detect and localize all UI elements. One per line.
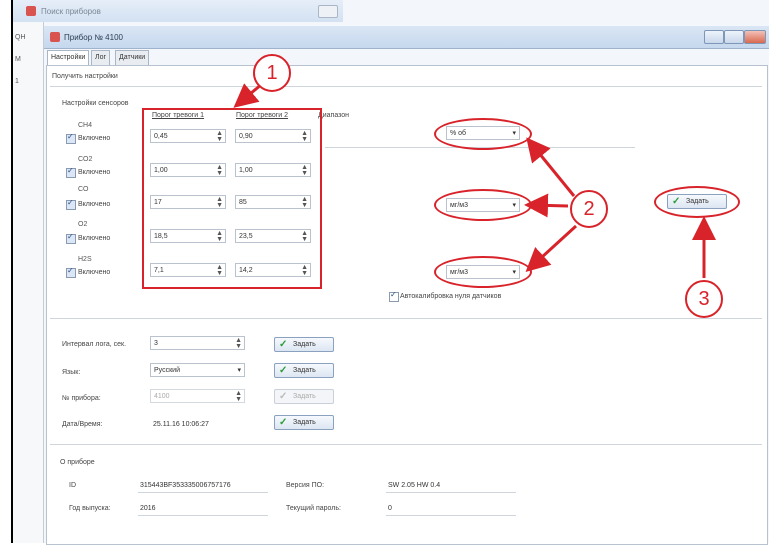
callout-3: 3 xyxy=(685,280,723,318)
callout-1: 1 xyxy=(253,54,291,92)
arrow-to-range-co xyxy=(524,193,569,218)
arrow-to-range-ch4 xyxy=(526,137,576,197)
callout-2: 2 xyxy=(570,190,608,228)
annotation-arrows xyxy=(233,82,716,278)
arrow-to-range-h2s xyxy=(525,224,578,273)
